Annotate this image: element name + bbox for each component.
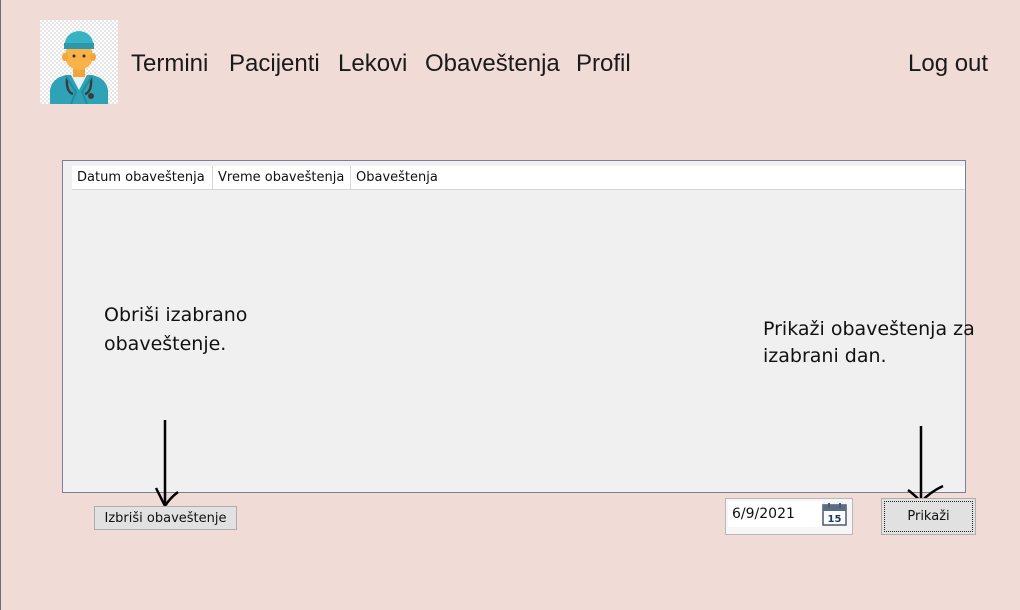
annotation-delete-line1: Obriši izabrano <box>104 304 248 326</box>
table-header: Datum obaveštenja Vreme obaveštenja Obav… <box>72 166 965 190</box>
calendar-day-number: 15 <box>828 514 842 525</box>
logout-link[interactable]: Log out <box>908 50 988 78</box>
nav-item-profil[interactable]: Profil <box>576 50 631 78</box>
arrow-down-icon <box>154 420 179 509</box>
doctor-avatar-icon <box>40 20 118 104</box>
date-field[interactable] <box>728 501 822 527</box>
annotation-show-line1: Prikaži obaveštenja za <box>763 318 975 340</box>
window-left-border <box>0 0 1 610</box>
annotation-delete-line2: obaveštenje. <box>104 333 227 355</box>
delete-notification-button[interactable]: Izbriši obaveštenje <box>94 506 237 530</box>
column-header-datum[interactable]: Datum obaveštenja <box>72 166 213 190</box>
column-header-vreme[interactable]: Vreme obaveštenja <box>213 166 351 190</box>
calendar-button[interactable]: 15 <box>822 501 848 527</box>
nav-item-lekovi[interactable]: Lekovi <box>338 50 407 78</box>
arrow-down-icon <box>907 426 944 504</box>
nav-item-obavestenja[interactable]: Obaveštenja <box>425 50 560 78</box>
column-header-obavestenja[interactable]: Obaveštenja <box>351 166 471 190</box>
nav-item-termini[interactable]: Termini <box>131 50 208 78</box>
calendar-icon: 15 <box>822 503 847 526</box>
annotation-show-line2: izabrani dan. <box>763 345 887 367</box>
date-picker[interactable]: 15 <box>725 498 853 535</box>
nav-item-pacijenti[interactable]: Pacijenti <box>229 50 320 78</box>
show-button[interactable]: Prikaži <box>881 498 976 535</box>
